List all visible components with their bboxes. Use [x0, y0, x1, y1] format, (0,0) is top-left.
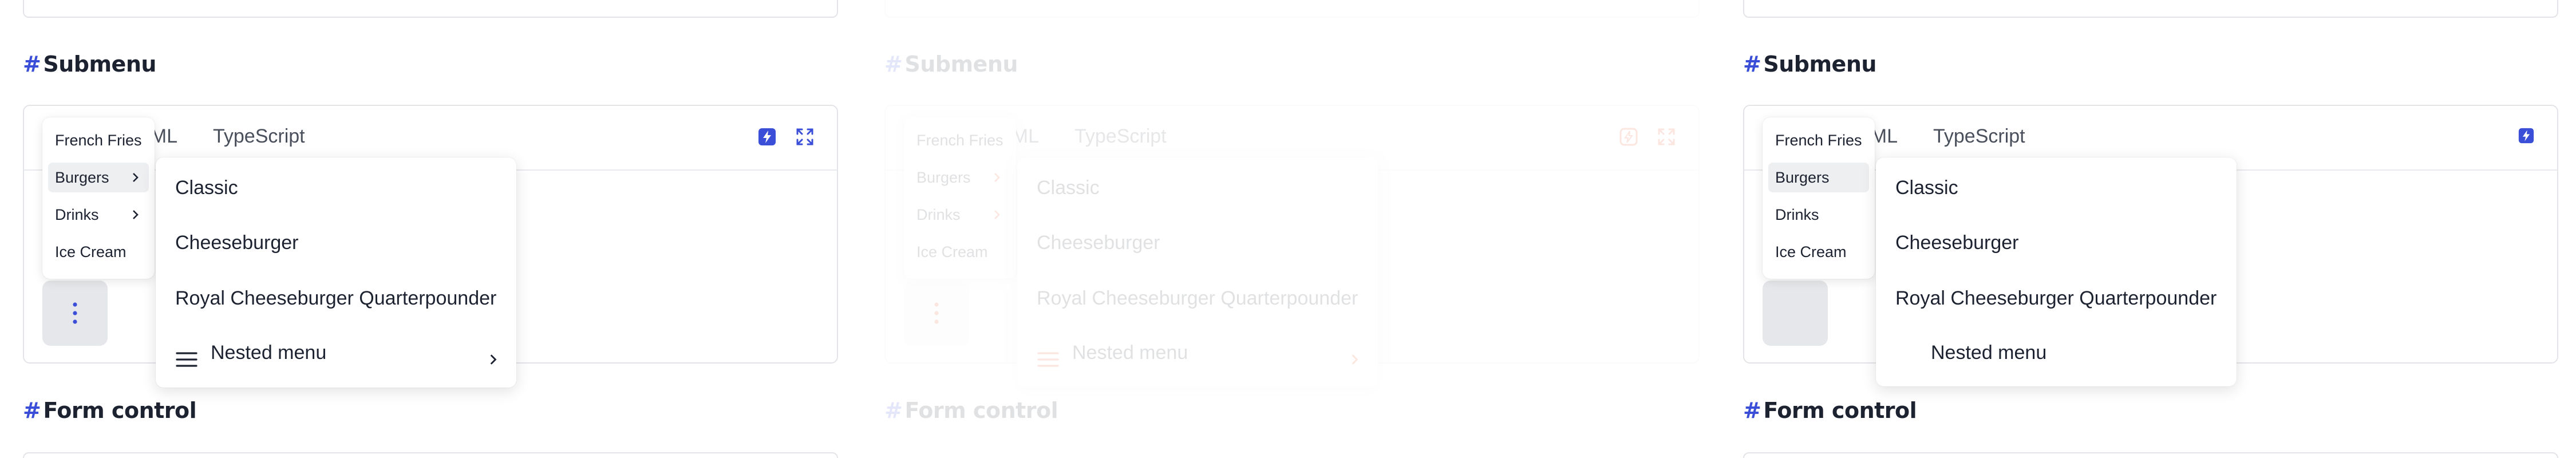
- menu-item-label: French Fries: [55, 132, 142, 149]
- submenu-item-royal[interactable]: Royal Cheeseburger Quarterpounder: [1037, 287, 1358, 310]
- submenu-item-cheeseburger[interactable]: Cheeseburger: [1037, 232, 1160, 254]
- submenu-item-nested[interactable]: Nested menu: [1072, 342, 1188, 364]
- food-menu: French Fries Burgers Drinks Ice Cream: [904, 117, 1016, 279]
- burgers-submenu: Classic Cheeseburger Royal Cheeseburger …: [156, 157, 516, 388]
- previous-example-card: [23, 0, 838, 18]
- card-toolbar: [1619, 128, 1676, 146]
- burgers-submenu: Classic Cheeseburger Royal Cheeseburger …: [1017, 157, 1378, 388]
- menu-item-french-fries[interactable]: French Fries: [48, 125, 149, 155]
- menu-item-french-fries[interactable]: French Fries: [1768, 125, 1869, 155]
- anchor-hash[interactable]: #: [884, 52, 903, 77]
- example-column-2: # Submenu TML TypeScript French Fries Bu…: [884, 0, 1703, 458]
- menu-lines-icon: [1037, 352, 1059, 367]
- menu-item-label: Burgers: [1775, 169, 1830, 186]
- card-toolbar: [758, 128, 814, 146]
- menu-item-drinks[interactable]: Drinks: [910, 200, 1010, 230]
- section-heading-submenu: # Submenu: [1743, 52, 1876, 77]
- vertical-dots-icon: [934, 302, 939, 324]
- submenu-item-classic[interactable]: Classic: [175, 177, 238, 199]
- menu-item-label: French Fries: [1775, 132, 1862, 149]
- anchor-hash[interactable]: #: [23, 52, 41, 77]
- stackblitz-icon[interactable]: [1619, 128, 1638, 146]
- example-card: TML TypeScript French Fries Burgers Drin…: [884, 105, 1700, 388]
- burgers-submenu: Classic Cheeseburger Royal Cheeseburger …: [1876, 157, 2237, 386]
- section-title: Form control: [1763, 398, 1917, 423]
- expand-icon[interactable]: [796, 128, 814, 146]
- previous-example-card: [1743, 0, 2558, 18]
- menu-item-drinks[interactable]: Drinks: [48, 200, 149, 230]
- menu-item-burgers[interactable]: Burgers: [910, 163, 1010, 192]
- submenu-item-nested[interactable]: Nested menu: [1931, 342, 2046, 364]
- anchor-hash[interactable]: #: [1743, 398, 1761, 423]
- example-column-1: # Submenu TML TypeScript French Fries Bu…: [23, 0, 841, 458]
- submenu-item-cheeseburger[interactable]: Cheeseburger: [1895, 232, 2018, 254]
- menu-item-ice-cream[interactable]: Ice Cream: [48, 237, 149, 267]
- section-title: Submenu: [904, 52, 1018, 77]
- menu-trigger-button[interactable]: [42, 281, 108, 346]
- tab-typescript[interactable]: TypeScript: [1074, 125, 1167, 148]
- menu-trigger-button[interactable]: [904, 281, 969, 346]
- section-heading-submenu: # Submenu: [23, 52, 156, 77]
- next-example-card: [1743, 452, 2558, 458]
- submenu-item-royal[interactable]: Royal Cheeseburger Quarterpounder: [175, 287, 496, 310]
- menu-item-label: Drinks: [55, 206, 99, 223]
- chevron-right-icon: [1352, 354, 1358, 365]
- menu-item-label: French Fries: [916, 132, 1003, 149]
- menu-item-drinks[interactable]: Drinks: [1768, 200, 1869, 230]
- menu-trigger-button[interactable]: [1763, 281, 1828, 346]
- menu-item-burgers[interactable]: Burgers: [1768, 163, 1869, 192]
- menu-item-label: Ice Cream: [1775, 243, 1847, 260]
- section-heading-form-control: # Form control: [1743, 398, 1917, 423]
- submenu-item-nested[interactable]: Nested menu: [211, 342, 326, 364]
- section-title: Submenu: [43, 52, 156, 77]
- submenu-item-classic[interactable]: Classic: [1037, 177, 1100, 199]
- menu-item-ice-cream[interactable]: Ice Cream: [1768, 237, 1869, 267]
- stackblitz-icon[interactable]: [2518, 128, 2534, 144]
- section-title: Form control: [904, 398, 1058, 423]
- submenu-item-royal[interactable]: Royal Cheeseburger Quarterpounder: [1895, 287, 2217, 310]
- food-menu: French Fries Burgers Drinks Ice Cream: [1763, 117, 1875, 279]
- submenu-item-cheeseburger[interactable]: Cheeseburger: [175, 232, 298, 254]
- tab-typescript[interactable]: TypeScript: [1933, 125, 2025, 148]
- menu-item-label: Burgers: [916, 169, 971, 186]
- anchor-hash[interactable]: #: [1743, 52, 1761, 77]
- menu-item-label: Drinks: [1775, 206, 1819, 223]
- chevron-right-icon: [994, 173, 1000, 182]
- example-card: TML TypeScript French Fries Burgers Drin…: [23, 105, 838, 388]
- example-column-3: # Submenu TML TypeScript French Fries Bur…: [1743, 0, 2562, 458]
- menu-item-label: Ice Cream: [55, 243, 127, 260]
- next-example-card: [23, 452, 838, 458]
- example-card: TML TypeScript French Fries Burgers Drin…: [1743, 105, 2558, 386]
- tab-typescript[interactable]: TypeScript: [213, 125, 305, 148]
- menu-item-label: Burgers: [55, 169, 109, 186]
- food-menu: French Fries Burgers Drinks Ice Cream: [42, 117, 155, 279]
- menu-item-label: Drinks: [916, 206, 961, 223]
- menu-item-ice-cream[interactable]: Ice Cream: [910, 237, 1010, 267]
- section-heading-form-control: # Form control: [884, 398, 1058, 423]
- menu-item-burgers[interactable]: Burgers: [48, 163, 149, 192]
- chevron-right-icon: [490, 354, 497, 365]
- menu-lines-icon: [176, 352, 197, 367]
- expand-icon[interactable]: [1657, 128, 1676, 146]
- section-title: Form control: [43, 398, 197, 423]
- chevron-right-icon: [994, 210, 1000, 219]
- chevron-right-icon: [133, 173, 139, 182]
- stackblitz-icon[interactable]: [758, 128, 776, 146]
- section-heading-submenu: # Submenu: [884, 52, 1018, 77]
- submenu-item-classic[interactable]: Classic: [1895, 177, 1958, 199]
- vertical-dots-icon: [73, 302, 77, 324]
- section-title: Submenu: [1763, 52, 1876, 77]
- anchor-hash[interactable]: #: [23, 398, 41, 423]
- section-heading-form-control: # Form control: [23, 398, 197, 423]
- card-toolbar: [2518, 128, 2534, 144]
- chevron-right-icon: [133, 210, 139, 219]
- menu-item-label: Ice Cream: [916, 243, 988, 260]
- menu-item-french-fries[interactable]: French Fries: [910, 125, 1010, 155]
- anchor-hash[interactable]: #: [884, 398, 903, 423]
- previous-example-card: [884, 0, 1700, 18]
